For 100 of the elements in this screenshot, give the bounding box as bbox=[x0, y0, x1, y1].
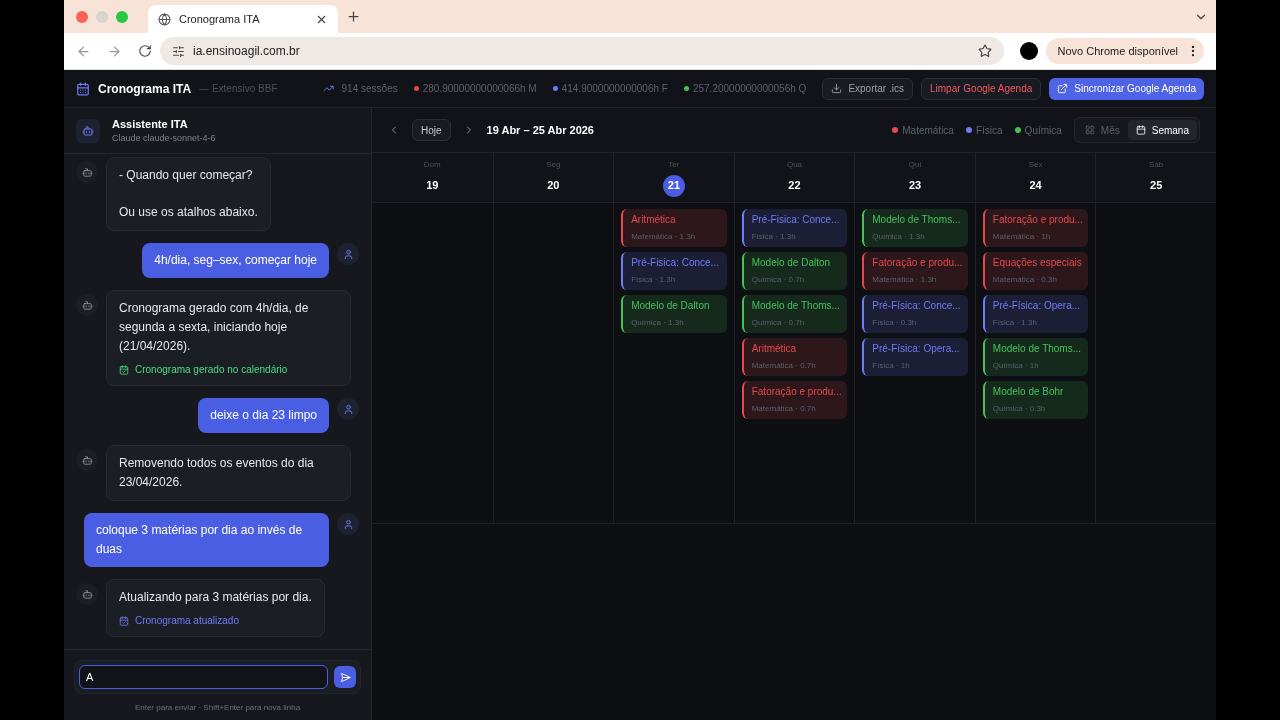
calendar-icon bbox=[1135, 125, 1146, 135]
bot-avatar bbox=[76, 449, 98, 471]
event-title: Fatoração e produ... bbox=[872, 258, 960, 268]
calendar-check-icon bbox=[119, 615, 129, 626]
event-card[interactable]: Aritmética Matemática · 1.3h bbox=[621, 209, 727, 247]
assistant-model: Claude claude-sonnet-4-6 bbox=[112, 132, 216, 145]
day-number[interactable]: 25 bbox=[1145, 174, 1168, 197]
event-meta: Química · 0.7h bbox=[751, 276, 806, 284]
event-title: Fatoração e produ... bbox=[992, 215, 1081, 225]
user-avatar bbox=[337, 243, 359, 265]
message-text: Removendo todos os eventos do dia 23/04/2026. bbox=[119, 455, 315, 491]
grid-icon bbox=[1084, 125, 1095, 135]
day-number[interactable]: 19 bbox=[421, 174, 444, 197]
message-text: Ou use os atalhos abaixo. bbox=[119, 204, 258, 221]
event-card[interactable]: Modelo de Thoms... Química · 0.7h bbox=[741, 295, 848, 333]
message-text: Cronograma gerado com 4h/dia, de segunda a sexta, iniciando hoje (21/04/2026). bbox=[119, 300, 310, 355]
user-avatar bbox=[337, 398, 359, 420]
star-icon[interactable] bbox=[977, 44, 992, 58]
header-button[interactable]: Limpar Google Agenda bbox=[920, 77, 1042, 100]
send-icon bbox=[339, 671, 351, 683]
send-button[interactable] bbox=[334, 666, 356, 688]
tab-title: Cronograma ITA bbox=[179, 11, 261, 27]
bot-avatar bbox=[76, 583, 98, 605]
event-card[interactable]: Equações especiais Matemática · 0.3h bbox=[982, 252, 1089, 290]
legend-label: Química bbox=[1024, 123, 1062, 138]
status-note: Cronograma atualizado bbox=[135, 614, 239, 628]
event-title: Modelo de Dalton bbox=[751, 258, 832, 268]
site-settings-icon[interactable] bbox=[172, 44, 185, 58]
header-button[interactable]: Sincronizar Google Agenda bbox=[1049, 77, 1204, 100]
event-card[interactable]: Modelo de Thoms... Química · 1.3h bbox=[862, 209, 968, 247]
message-text: Atualizando para 3 matérias por dia. bbox=[119, 589, 312, 606]
message-input[interactable]: A bbox=[79, 665, 328, 689]
status-note: Cronograma gerado no calendário bbox=[135, 363, 288, 377]
event-card[interactable]: Fatoração e produ... Matemática · 1h bbox=[982, 209, 1089, 247]
view-tab[interactable]: Semana bbox=[1127, 120, 1197, 140]
event-meta: Química · 1.3h bbox=[631, 319, 685, 327]
browser-tab[interactable]: Cronograma ITA bbox=[148, 5, 338, 33]
event-card[interactable]: Modelo de Dalton Química · 1.3h bbox=[621, 295, 727, 333]
event-card[interactable]: Fatoração e produ... Matemática · 1.3h bbox=[862, 252, 968, 290]
event-card[interactable]: Fatoração e produ... Matemática · 0.7h bbox=[741, 381, 848, 419]
event-card[interactable]: Modelo de Thoms... Química · 1h bbox=[982, 338, 1089, 376]
event-meta: Matemática · 0.7h bbox=[751, 405, 817, 413]
user-message: 4h/dia, seg–sex, começar hoje bbox=[142, 243, 329, 278]
day-number[interactable]: 22 bbox=[783, 174, 806, 197]
bot-avatar bbox=[76, 294, 98, 316]
event-meta: Matemática · 1h bbox=[992, 233, 1052, 241]
date-range: 19 Abr – 25 Abr 2026 bbox=[486, 122, 594, 138]
new-tab-icon[interactable] bbox=[346, 9, 361, 24]
event-title: Modelo de Thoms... bbox=[992, 344, 1081, 354]
event-card[interactable]: Modelo de Dalton Química · 0.7h bbox=[741, 252, 848, 290]
event-meta: Matemática · 1.3h bbox=[631, 233, 697, 241]
event-title: Pré-Fisica: Conce... bbox=[631, 258, 719, 268]
download-icon bbox=[831, 83, 843, 94]
assistant-name: Assistente ITA bbox=[112, 116, 189, 132]
back-icon[interactable] bbox=[76, 43, 91, 59]
event-title: Equações especiais bbox=[992, 258, 1081, 268]
day-number[interactable]: 24 bbox=[1024, 174, 1047, 197]
event-title: Pré-Física: Conce... bbox=[872, 301, 960, 311]
event-meta: Química · 1h bbox=[992, 362, 1040, 370]
profile-avatar[interactable] bbox=[1019, 42, 1038, 60]
event-title: Modelo de Dalton bbox=[631, 301, 711, 311]
weekday-label: Ter bbox=[668, 158, 680, 171]
day-number[interactable]: 20 bbox=[542, 174, 565, 197]
event-title: Pré-Física: Opera... bbox=[992, 301, 1081, 311]
url-text: ia.ensinoagil.com.br bbox=[193, 43, 301, 60]
event-meta: Matemática · 1.3h bbox=[872, 276, 938, 284]
event-card[interactable]: Aritmética Matemática · 0.7h bbox=[741, 338, 848, 376]
event-meta: Química · 1.3h bbox=[872, 233, 926, 241]
legend-label: Física bbox=[975, 123, 1003, 138]
event-title: Aritmética bbox=[631, 215, 677, 225]
event-title: Modelo de Thoms... bbox=[751, 301, 840, 311]
event-meta: Química · 0.3h bbox=[992, 405, 1047, 413]
user-message: coloque 3 matérias por dia ao invés de duas bbox=[84, 513, 329, 567]
event-meta: Química · 0.7h bbox=[751, 319, 806, 327]
event-title: Pré-Fisica: Conce... bbox=[751, 215, 840, 225]
header-button[interactable]: Exportar .ics bbox=[822, 77, 913, 100]
event-card[interactable]: Modelo de Bohr Química · 0.3h bbox=[982, 381, 1089, 419]
address-field[interactable]: ia.ensinoagil.com.br bbox=[160, 37, 1004, 65]
day-number[interactable]: 23 bbox=[904, 174, 927, 197]
event-title: Pré-Física: Opera... bbox=[872, 344, 960, 354]
globe-icon bbox=[158, 12, 171, 26]
app-subtitle: — Extensivo BBF bbox=[199, 82, 278, 96]
event-title: Aritmética bbox=[751, 344, 798, 354]
forward-icon[interactable] bbox=[107, 43, 122, 59]
hours-stat: 280.90000000000066h M bbox=[422, 82, 537, 96]
calendar-check-icon bbox=[119, 364, 129, 375]
update-button[interactable]: Novo Chrome disponível bbox=[1045, 38, 1204, 64]
hours-stat: 257.20000000000056h Q bbox=[692, 82, 807, 96]
day-number[interactable]: 21 bbox=[662, 174, 685, 197]
sessions-count: 914 sessões bbox=[341, 82, 398, 96]
external-link-icon bbox=[1057, 83, 1069, 94]
event-title: Fatoração e produ... bbox=[751, 387, 840, 397]
today-button[interactable]: Hoje bbox=[412, 119, 451, 141]
bot-avatar bbox=[76, 161, 98, 183]
app-title: Cronograma ITA bbox=[98, 80, 192, 98]
event-title: Modelo de Bohr bbox=[992, 387, 1065, 397]
reload-icon[interactable] bbox=[138, 44, 152, 58]
trend-icon bbox=[322, 83, 334, 94]
user-avatar bbox=[337, 513, 359, 535]
calendar-icon bbox=[76, 81, 90, 96]
